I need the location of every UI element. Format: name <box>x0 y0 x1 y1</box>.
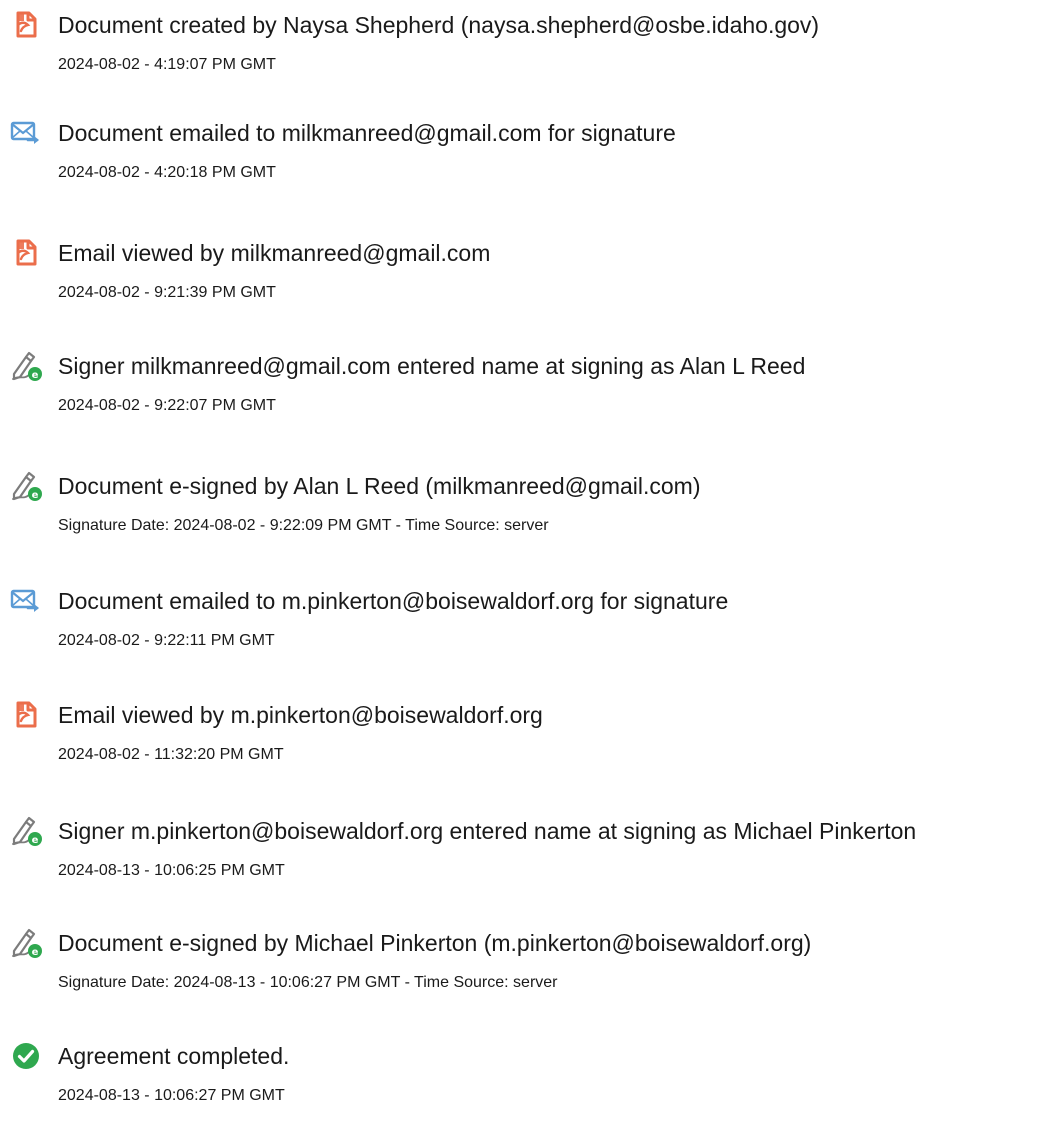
event-timestamp: 2024-08-02 - 9:22:11 PM GMT <box>58 632 275 649</box>
event-timestamp: Signature Date: 2024-08-02 - 9:22:09 PM … <box>58 517 549 534</box>
event-timestamp: 2024-08-02 - 4:19:07 PM GMT <box>58 56 276 73</box>
audit-event: Email viewed by m.pinkerton@boisewaldorf… <box>0 690 1051 790</box>
event-timestamp: Signature Date: 2024-08-13 - 10:06:27 PM… <box>58 974 558 991</box>
event-timestamp: 2024-08-02 - 9:21:39 PM GMT <box>58 284 276 301</box>
email-send-icon <box>9 584 43 618</box>
event-title: Document emailed to m.pinkerton@boisewal… <box>58 588 729 614</box>
event-title: Document e-signed by Michael Pinkerton (… <box>58 930 812 956</box>
audit-event: Document emailed to m.pinkerton@boisewal… <box>0 576 1051 676</box>
event-title: Document emailed to milkmanreed@gmail.co… <box>58 120 676 146</box>
event-title: Signer m.pinkerton@boisewaldorf.org ente… <box>58 818 917 844</box>
audit-event: Document created by Naysa Shepherd (nays… <box>0 0 1051 100</box>
audit-event: e Signer m.pinkerton@boisewaldorf.org en… <box>0 806 1051 906</box>
event-title: Email viewed by milkmanreed@gmail.com <box>58 240 491 266</box>
audit-event: e Signer milkmanreed@gmail.com entered n… <box>0 341 1051 441</box>
esign-pen-icon: e <box>9 926 43 960</box>
event-timestamp: 2024-08-02 - 11:32:20 PM GMT <box>58 746 284 763</box>
event-title: Document e-signed by Alan L Reed (milkma… <box>58 473 701 499</box>
event-timestamp: 2024-08-02 - 9:22:07 PM GMT <box>58 397 276 414</box>
audit-event: e Document e-signed by Alan L Reed (milk… <box>0 461 1051 561</box>
event-timestamp: 2024-08-13 - 10:06:27 PM GMT <box>58 1087 285 1104</box>
audit-event: Email viewed by milkmanreed@gmail.com 20… <box>0 228 1051 328</box>
audit-event-list: Document created by Naysa Shepherd (nays… <box>0 0 1051 1105</box>
email-send-icon <box>9 116 43 150</box>
audit-event: Agreement completed. 2024-08-13 - 10:06:… <box>0 1031 1051 1131</box>
audit-event: e Document e-signed by Michael Pinkerton… <box>0 918 1051 1018</box>
document-icon <box>9 8 43 42</box>
svg-text:e: e <box>32 947 39 958</box>
esign-pen-icon: e <box>9 349 43 383</box>
checkmark-circle-icon <box>9 1039 43 1073</box>
svg-text:e: e <box>32 370 39 381</box>
esign-pen-icon: e <box>9 814 43 848</box>
document-icon <box>9 698 43 732</box>
esign-pen-icon: e <box>9 469 43 503</box>
event-title: Agreement completed. <box>58 1043 290 1069</box>
event-title: Email viewed by m.pinkerton@boisewaldorf… <box>58 702 543 728</box>
document-icon <box>9 236 43 270</box>
event-timestamp: 2024-08-02 - 4:20:18 PM GMT <box>58 164 276 181</box>
svg-text:e: e <box>32 490 39 501</box>
event-title: Signer milkmanreed@gmail.com entered nam… <box>58 353 806 379</box>
audit-event: Document emailed to milkmanreed@gmail.co… <box>0 108 1051 208</box>
svg-text:e: e <box>32 835 39 846</box>
event-timestamp: 2024-08-13 - 10:06:25 PM GMT <box>58 862 285 879</box>
event-title: Document created by Naysa Shepherd (nays… <box>58 12 820 38</box>
